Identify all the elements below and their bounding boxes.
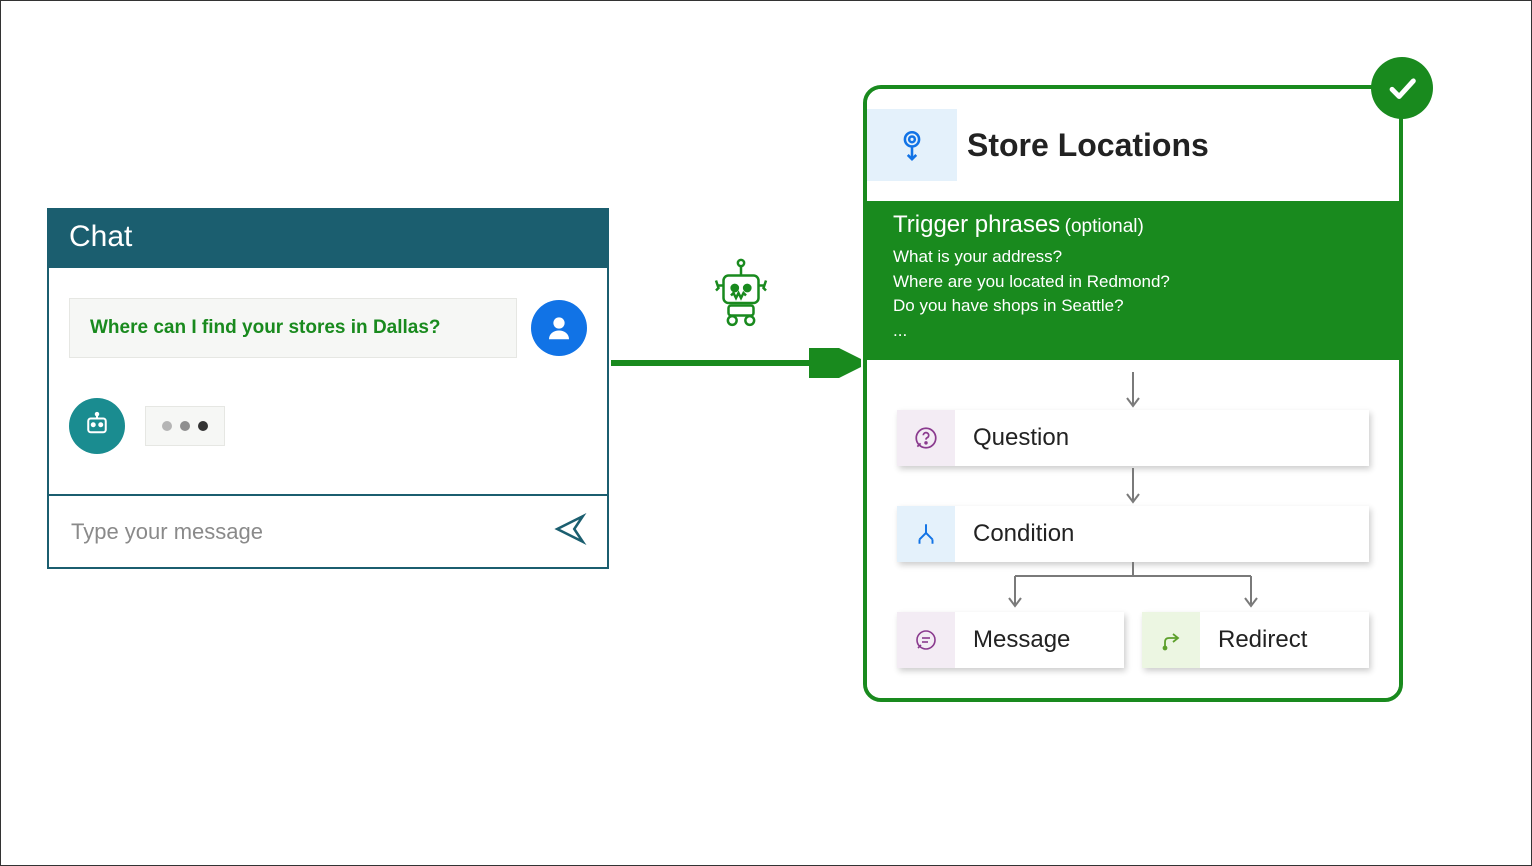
question-icon xyxy=(897,410,955,466)
trigger-line: What is your address? xyxy=(893,245,1373,270)
trigger-optional: (optional) xyxy=(1065,216,1144,237)
chat-panel: Chat Where can I find your stores in Dal… xyxy=(47,208,609,569)
message-label: Message xyxy=(955,612,1124,668)
trigger-lines: What is your address? Where are you loca… xyxy=(893,245,1373,344)
trigger-line: Do you have shops in Seattle? xyxy=(893,294,1373,319)
condition-label: Condition xyxy=(955,506,1369,562)
branch-connector-icon xyxy=(897,562,1369,612)
user-avatar-icon xyxy=(531,300,587,356)
trigger-line: Where are you located in Redmond? xyxy=(893,270,1373,295)
condition-node[interactable]: Condition xyxy=(897,506,1369,562)
topic-panel: Store Locations Trigger phrases (optiona… xyxy=(863,85,1403,702)
arrow-down-icon xyxy=(1123,466,1143,506)
chat-body: Where can I find your stores in Dallas? xyxy=(49,268,607,494)
trigger-label: Trigger phrases xyxy=(893,211,1060,238)
message-icon xyxy=(897,612,955,668)
flow-area: Question Condition xyxy=(867,360,1399,698)
question-label: Question xyxy=(955,410,1369,466)
redirect-icon xyxy=(1142,612,1200,668)
redirect-label: Redirect xyxy=(1200,612,1369,668)
branch-row: Message Redirect xyxy=(897,612,1369,668)
robot-icon xyxy=(701,253,781,338)
trigger-phrases-section: Trigger phrases (optional) What is your … xyxy=(867,201,1399,360)
user-message-bubble: Where can I find your stores in Dallas? xyxy=(69,298,517,358)
bot-typing-row xyxy=(69,398,587,454)
message-node[interactable]: Message xyxy=(897,612,1124,668)
condition-icon xyxy=(897,506,955,562)
typing-indicator-icon xyxy=(145,406,225,446)
bot-avatar-icon xyxy=(69,398,125,454)
arrow-down-icon xyxy=(1123,370,1143,410)
redirect-node[interactable]: Redirect xyxy=(1142,612,1369,668)
user-message-row: Where can I find your stores in Dallas? xyxy=(69,298,587,358)
trigger-line: ... xyxy=(893,319,1373,344)
chat-header: Chat xyxy=(49,210,607,268)
send-icon[interactable] xyxy=(553,512,587,551)
topic-header: Store Locations xyxy=(867,89,1399,201)
topic-trigger-icon xyxy=(867,109,957,181)
flow-arrow-icon xyxy=(611,348,861,378)
question-node[interactable]: Question xyxy=(897,410,1369,466)
chat-message-input[interactable] xyxy=(69,518,553,546)
checkmark-badge-icon xyxy=(1371,57,1433,119)
topic-title: Store Locations xyxy=(967,127,1209,164)
chat-input-row xyxy=(49,494,607,567)
